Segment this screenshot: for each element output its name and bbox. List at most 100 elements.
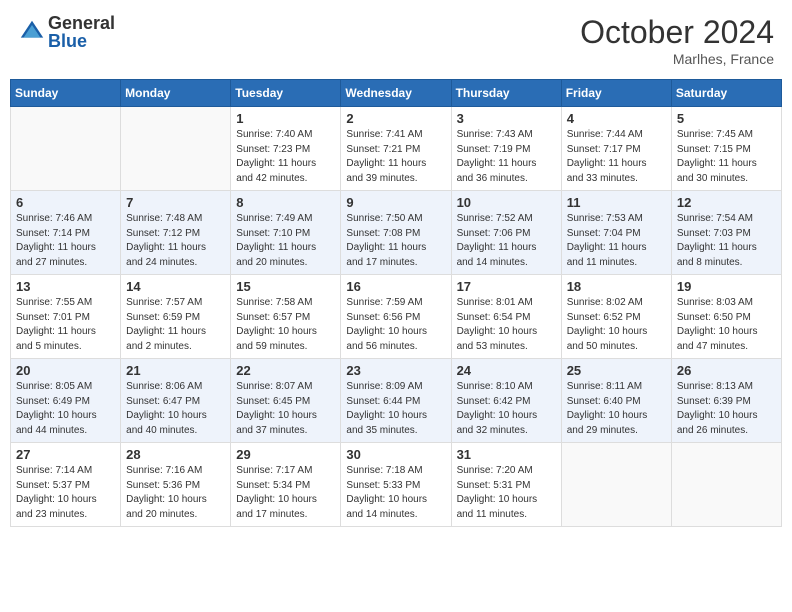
day-number: 30 [346, 447, 445, 462]
calendar-cell [11, 107, 121, 191]
day-info: Sunrise: 7:57 AM Sunset: 6:59 PM Dayligh… [126, 296, 225, 354]
day-info: Sunrise: 7:54 AM Sunset: 7:03 PM Dayligh… [677, 212, 776, 270]
day-number: 27 [16, 447, 115, 462]
day-number: 6 [16, 195, 115, 210]
day-number: 10 [457, 195, 556, 210]
day-info: Sunrise: 7:16 AM Sunset: 5:36 PM Dayligh… [126, 464, 225, 522]
day-number: 17 [457, 279, 556, 294]
day-number: 12 [677, 195, 776, 210]
day-number: 14 [126, 279, 225, 294]
day-number: 31 [457, 447, 556, 462]
col-wednesday: Wednesday [341, 80, 451, 107]
day-number: 24 [457, 363, 556, 378]
calendar-cell: 25 Sunrise: 8:11 AM Sunset: 6:40 PM Dayli… [561, 359, 671, 443]
calendar-cell: 9Sunrise: 7:50 AM Sunset: 7:08 PM Daylig… [341, 191, 451, 275]
day-number: 19 [677, 279, 776, 294]
day-info: Sunrise: 7:58 AM Sunset: 6:57 PM Dayligh… [236, 296, 335, 354]
page-header: General Blue October 2024 Marlhes, Franc… [10, 10, 782, 71]
calendar-cell: 27 Sunrise: 7:14 AM Sunset: 5:37 PM Dayli… [11, 443, 121, 527]
calendar-cell: 11 Sunrise: 7:53 AM Sunset: 7:04 PM Dayli… [561, 191, 671, 275]
day-info: Sunrise: 7:41 AM Sunset: 7:21 PM Dayligh… [346, 128, 445, 186]
day-info: Sunrise: 7:17 AM Sunset: 5:34 PM Dayligh… [236, 464, 335, 522]
day-info: Sunrise: 7:55 AM Sunset: 7:01 PM Dayligh… [16, 296, 115, 354]
calendar-week-1: 1 Sunrise: 7:40 AM Sunset: 7:23 PM Daylig… [11, 107, 782, 191]
day-info: Sunrise: 7:45 AM Sunset: 7:15 PM Dayligh… [677, 128, 776, 186]
day-info: Sunrise: 7:53 AM Sunset: 7:04 PM Dayligh… [567, 212, 666, 270]
day-number: 29 [236, 447, 335, 462]
calendar-cell: 17Sunrise: 8:01 AM Sunset: 6:54 PM Dayli… [451, 275, 561, 359]
calendar-week-5: 27 Sunrise: 7:14 AM Sunset: 5:37 PM Dayli… [11, 443, 782, 527]
day-info: Sunrise: 8:06 AM Sunset: 6:47 PM Dayligh… [126, 380, 225, 438]
calendar-cell: 2 Sunrise: 7:41 AM Sunset: 7:21 PM Daylig… [341, 107, 451, 191]
day-info: Sunrise: 8:13 AM Sunset: 6:39 PM Dayligh… [677, 380, 776, 438]
day-number: 26 [677, 363, 776, 378]
calendar-cell: 13 Sunrise: 7:55 AM Sunset: 7:01 PM Dayli… [11, 275, 121, 359]
calendar-cell: 28 Sunrise: 7:16 AM Sunset: 5:36 PM Dayli… [121, 443, 231, 527]
day-number: 25 [567, 363, 666, 378]
calendar-cell: 14 Sunrise: 7:57 AM Sunset: 6:59 PM Dayli… [121, 275, 231, 359]
calendar-cell: 7 Sunrise: 7:48 AM Sunset: 7:12 PM Daylig… [121, 191, 231, 275]
day-number: 8 [236, 195, 335, 210]
logo: General Blue [18, 14, 115, 50]
day-number: 22 [236, 363, 335, 378]
calendar-cell: 30 Sunrise: 7:18 AM Sunset: 5:33 PM Dayli… [341, 443, 451, 527]
col-sunday: Sunday [11, 80, 121, 107]
day-number: 2 [346, 111, 445, 126]
calendar-cell: 3Sunrise: 7:43 AM Sunset: 7:19 PM Daylig… [451, 107, 561, 191]
calendar-cell [121, 107, 231, 191]
col-tuesday: Tuesday [231, 80, 341, 107]
calendar-cell: 4 Sunrise: 7:44 AM Sunset: 7:17 PM Daylig… [561, 107, 671, 191]
day-info: Sunrise: 8:11 AM Sunset: 6:40 PM Dayligh… [567, 380, 666, 438]
col-friday: Friday [561, 80, 671, 107]
day-number: 28 [126, 447, 225, 462]
calendar-cell: 22 Sunrise: 8:07 AM Sunset: 6:45 PM Dayli… [231, 359, 341, 443]
calendar-week-4: 20Sunrise: 8:05 AM Sunset: 6:49 PM Dayli… [11, 359, 782, 443]
calendar-cell: 29 Sunrise: 7:17 AM Sunset: 5:34 PM Dayli… [231, 443, 341, 527]
day-info: Sunrise: 8:03 AM Sunset: 6:50 PM Dayligh… [677, 296, 776, 354]
calendar-cell [671, 443, 781, 527]
day-number: 15 [236, 279, 335, 294]
day-info: Sunrise: 8:07 AM Sunset: 6:45 PM Dayligh… [236, 380, 335, 438]
day-info: Sunrise: 7:20 AM Sunset: 5:31 PM Dayligh… [457, 464, 556, 522]
col-thursday: Thursday [451, 80, 561, 107]
calendar-cell: 24 Sunrise: 8:10 AM Sunset: 6:42 PM Dayli… [451, 359, 561, 443]
logo-blue: Blue [48, 32, 115, 50]
calendar-cell: 31 Sunrise: 7:20 AM Sunset: 5:31 PM Dayli… [451, 443, 561, 527]
logo-text: General Blue [48, 14, 115, 50]
calendar-cell: 21 Sunrise: 8:06 AM Sunset: 6:47 PM Dayli… [121, 359, 231, 443]
calendar-cell: 18 Sunrise: 8:02 AM Sunset: 6:52 PM Dayli… [561, 275, 671, 359]
day-number: 4 [567, 111, 666, 126]
day-info: Sunrise: 7:44 AM Sunset: 7:17 PM Dayligh… [567, 128, 666, 186]
day-number: 20 [16, 363, 115, 378]
calendar-cell: 16Sunrise: 7:59 AM Sunset: 6:56 PM Dayli… [341, 275, 451, 359]
calendar-week-3: 13 Sunrise: 7:55 AM Sunset: 7:01 PM Dayli… [11, 275, 782, 359]
month-title: October 2024 [580, 14, 774, 51]
day-number: 18 [567, 279, 666, 294]
day-number: 1 [236, 111, 335, 126]
day-number: 13 [16, 279, 115, 294]
logo-general: General [48, 14, 115, 32]
day-info: Sunrise: 8:02 AM Sunset: 6:52 PM Dayligh… [567, 296, 666, 354]
day-number: 11 [567, 195, 666, 210]
calendar-cell: 5Sunrise: 7:45 AM Sunset: 7:15 PM Daylig… [671, 107, 781, 191]
day-number: 21 [126, 363, 225, 378]
calendar-cell: 12 Sunrise: 7:54 AM Sunset: 7:03 PM Dayli… [671, 191, 781, 275]
day-number: 9 [346, 195, 445, 210]
day-number: 16 [346, 279, 445, 294]
day-info: Sunrise: 7:18 AM Sunset: 5:33 PM Dayligh… [346, 464, 445, 522]
calendar-table: Sunday Monday Tuesday Wednesday Thursday… [10, 79, 782, 527]
day-number: 3 [457, 111, 556, 126]
calendar-cell: 10Sunrise: 7:52 AM Sunset: 7:06 PM Dayli… [451, 191, 561, 275]
day-info: Sunrise: 7:46 AM Sunset: 7:14 PM Dayligh… [16, 212, 115, 270]
day-info: Sunrise: 7:40 AM Sunset: 7:23 PM Dayligh… [236, 128, 335, 186]
day-info: Sunrise: 7:48 AM Sunset: 7:12 PM Dayligh… [126, 212, 225, 270]
calendar-cell: 23Sunrise: 8:09 AM Sunset: 6:44 PM Dayli… [341, 359, 451, 443]
day-info: Sunrise: 8:10 AM Sunset: 6:42 PM Dayligh… [457, 380, 556, 438]
calendar-cell: 19 Sunrise: 8:03 AM Sunset: 6:50 PM Dayli… [671, 275, 781, 359]
location: Marlhes, France [580, 51, 774, 67]
day-number: 7 [126, 195, 225, 210]
col-saturday: Saturday [671, 80, 781, 107]
day-info: Sunrise: 7:14 AM Sunset: 5:37 PM Dayligh… [16, 464, 115, 522]
title-block: October 2024 Marlhes, France [580, 14, 774, 67]
calendar-cell [561, 443, 671, 527]
